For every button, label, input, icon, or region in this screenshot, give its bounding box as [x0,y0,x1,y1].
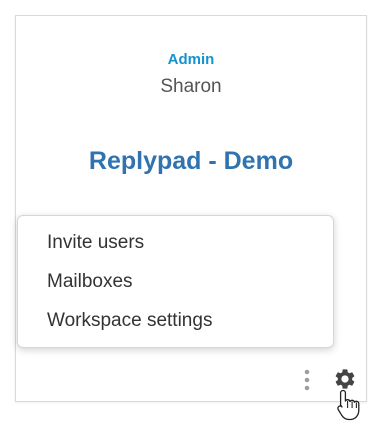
hand-pointer-cursor-icon [336,388,362,422]
workspace-dropdown-menu: Invite users Mailboxes Workspace setting… [17,215,334,348]
menu-item-mailboxes[interactable]: Mailboxes [18,265,333,304]
more-vertical-icon[interactable] [300,369,314,391]
menu-item-workspace-settings[interactable]: Workspace settings [18,304,333,343]
menu-item-invite-users[interactable]: Invite users [18,226,333,265]
role-badge: Admin [167,51,215,68]
user-name: Sharon [160,76,222,97]
workspace-title[interactable]: Replypad - Demo [16,147,366,176]
